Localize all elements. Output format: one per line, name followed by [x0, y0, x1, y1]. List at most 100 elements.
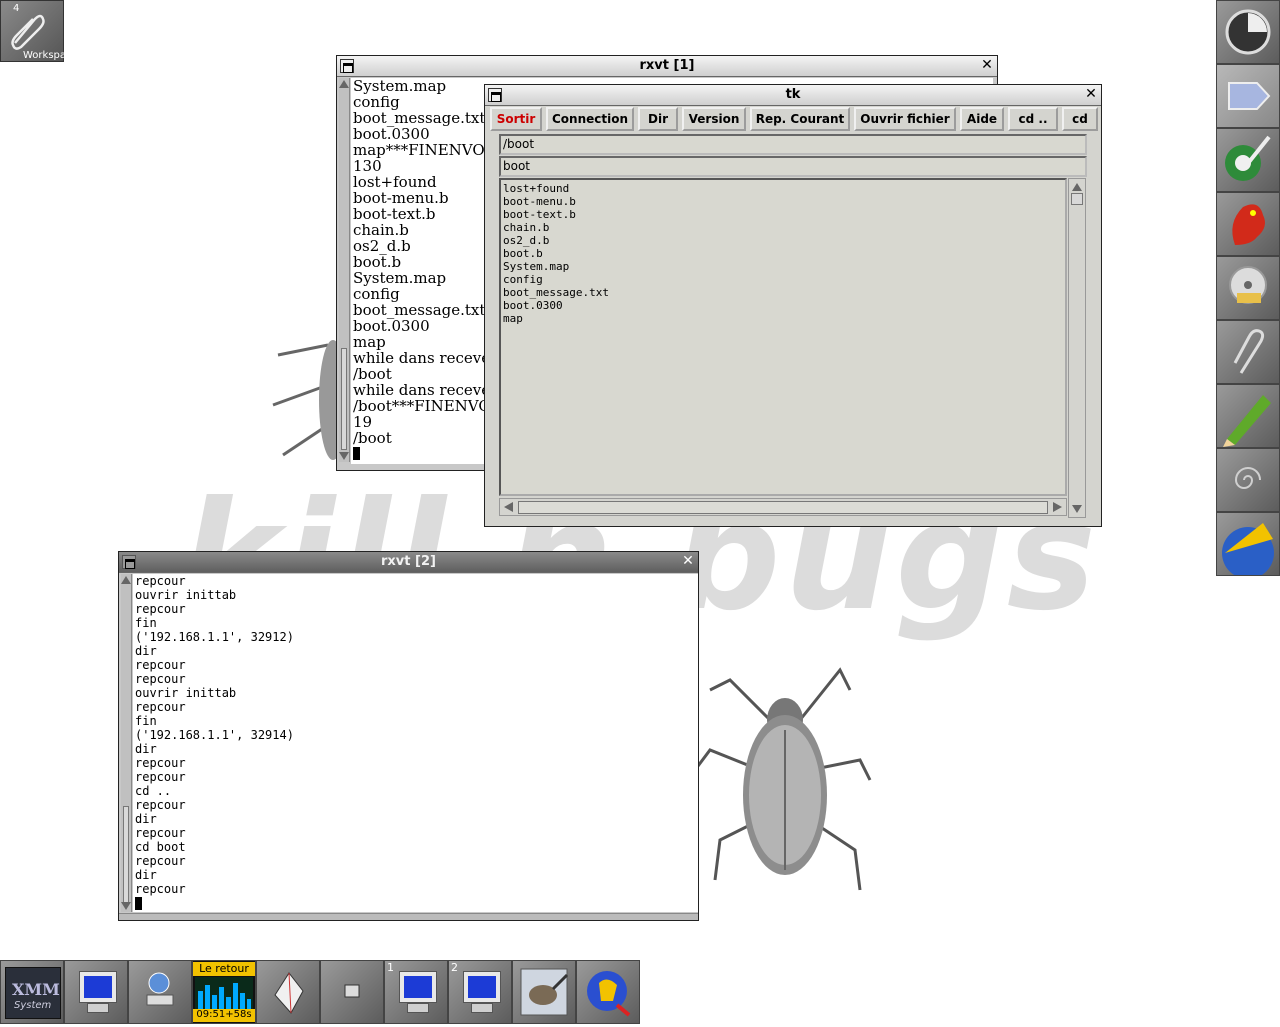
scroll-thumb[interactable]	[1071, 193, 1083, 205]
terminal-line: ouvrir inittab	[135, 686, 237, 700]
sortir-button[interactable]: Sortir	[490, 107, 542, 131]
rxvt2-terminal[interactable]: repcour ouvrir inittab repcour fin ('192.168…	[133, 574, 698, 912]
terminal-line: ouvrir inittab	[135, 588, 237, 602]
network-tile[interactable]	[128, 960, 192, 1024]
dock-blank[interactable]	[1216, 64, 1280, 128]
terminal-line: dir	[135, 812, 157, 826]
file-listbox[interactable]: lost+found boot-menu.b boot-text.b chain.b o…	[499, 178, 1067, 496]
spectrum-analyzer-icon	[195, 977, 253, 1009]
dock-circle-logo[interactable]	[1216, 0, 1280, 64]
minimize-icon[interactable]	[122, 555, 136, 569]
scroll-thumb[interactable]	[341, 348, 347, 450]
close-icon[interactable]: ✕	[680, 554, 696, 570]
terminal-line: repcour	[135, 602, 186, 616]
file-list-hscroll[interactable]	[499, 498, 1067, 516]
close-icon[interactable]: ✕	[979, 58, 995, 74]
scroll-right-icon[interactable]	[1053, 502, 1062, 512]
file-list-item: System.map	[503, 260, 570, 273]
terminal-line: repcour	[135, 658, 186, 672]
desk-2-tile[interactable]: 2	[448, 960, 512, 1024]
rxvt2-scrollbar[interactable]	[121, 574, 132, 912]
terminal-line: repcour	[135, 672, 186, 686]
small-computer-icon	[344, 984, 360, 998]
beetle-wallpaper-icon	[693, 667, 872, 891]
terminal-line: repcour	[135, 756, 186, 770]
scroll-down-icon[interactable]	[339, 452, 349, 460]
file-list-item: boot.b	[503, 247, 543, 260]
gimp-icon	[520, 968, 569, 1016]
dock-pencil[interactable]	[1216, 384, 1280, 448]
desk-2-number: 2	[451, 961, 458, 974]
scroll-down-icon[interactable]	[1072, 505, 1082, 513]
cd-up-button[interactable]: cd ..	[1008, 107, 1058, 131]
pencil-icon	[1223, 395, 1271, 447]
scroll-up-icon[interactable]	[339, 80, 349, 88]
dock-paperclip[interactable]	[1216, 320, 1280, 384]
scroll-left-icon[interactable]	[504, 502, 513, 512]
terminal-line: ('192.168.1.1', 32912)	[135, 630, 294, 644]
paint-brush-icon	[1225, 135, 1271, 181]
minimize-icon[interactable]	[488, 88, 502, 102]
close-icon[interactable]: ✕	[1083, 87, 1099, 103]
dock-earth[interactable]	[1216, 512, 1280, 579]
aide-button[interactable]: Aide	[960, 107, 1004, 131]
terminal-line: repcour	[135, 882, 186, 896]
version-button[interactable]: Version	[682, 107, 746, 131]
file-list-vscroll[interactable]	[1068, 178, 1086, 518]
computer-tile[interactable]	[320, 960, 384, 1024]
terminal-line: dir	[135, 644, 157, 658]
file-list-item: config	[503, 273, 543, 286]
xmms-logo-icon: XMM System	[5, 967, 61, 1019]
monitor-icon	[399, 971, 437, 1003]
cd-button[interactable]: cd	[1062, 107, 1098, 131]
dock-cd-burner[interactable]	[1216, 256, 1280, 320]
origami-tile[interactable]	[256, 960, 320, 1024]
workspace-switcher[interactable]: 4 Workspace	[0, 0, 78, 62]
rxvt1-title: rxvt [1]	[639, 58, 695, 73]
desk-1-number: 1	[387, 961, 394, 974]
terminal-line: dir	[135, 868, 157, 882]
dock-dragon[interactable]	[1216, 192, 1280, 256]
scroll-down-icon[interactable]	[121, 902, 131, 910]
tk-titlebar[interactable]: tk ✕	[485, 85, 1101, 106]
gimp-tile[interactable]	[512, 960, 576, 1024]
circle-logo-icon	[1225, 9, 1271, 55]
terminal-line: cd ..	[135, 784, 172, 798]
scroll-thumb[interactable]	[518, 501, 1048, 514]
current-path-field[interactable]: /boot	[499, 134, 1087, 155]
phone-face-icon	[587, 971, 631, 1017]
dir-button[interactable]: Dir	[638, 107, 678, 131]
xmms-system-tile[interactable]: XMM System	[0, 960, 64, 1024]
music-player-tile[interactable]: Le retour 09:51+58s	[192, 960, 256, 1024]
terminal-line: repcour	[135, 854, 186, 868]
connection-button[interactable]: Connection	[546, 107, 634, 131]
monitor-icon	[79, 971, 117, 1003]
dock-spiral[interactable]	[1216, 448, 1280, 512]
rep-courant-button[interactable]: Rep. Courant	[750, 107, 850, 131]
workspace-label: Workspace	[23, 50, 78, 61]
ouvrir-fichier-button[interactable]: Ouvrir fichier	[854, 107, 956, 131]
rxvt-window-2[interactable]: rxvt [2] ✕ repcour ouvrir inittab repcour f…	[118, 551, 699, 921]
scroll-thumb[interactable]	[123, 806, 129, 903]
terminal-cursor	[135, 897, 142, 910]
rxvt1-scrollbar[interactable]	[339, 78, 350, 462]
command-input[interactable]: boot	[499, 156, 1087, 177]
scroll-up-icon[interactable]	[1072, 183, 1082, 191]
cd-burner-icon	[1229, 266, 1267, 304]
desk-1-tile[interactable]: 1	[384, 960, 448, 1024]
minimize-icon[interactable]	[340, 59, 354, 73]
scroll-up-icon[interactable]	[121, 576, 131, 584]
file-list-item: chain.b	[503, 221, 550, 234]
dock-paint[interactable]	[1216, 128, 1280, 192]
monitor-tile[interactable]	[64, 960, 128, 1024]
monitor-icon	[463, 971, 501, 1003]
terminal-line: repcour	[135, 826, 186, 840]
rxvt2-titlebar[interactable]: rxvt [2] ✕	[119, 552, 698, 573]
file-list-item: map	[503, 312, 523, 325]
terminal-line: ('192.168.1.1', 32914)	[135, 728, 294, 742]
rxvt1-titlebar[interactable]: rxvt [1] ✕	[337, 56, 997, 77]
dialer-tile[interactable]	[576, 960, 640, 1024]
terminal-line: repcour	[135, 700, 186, 714]
paperclip-icon	[1233, 329, 1265, 374]
file-list-item: boot_message.txt	[503, 286, 609, 299]
